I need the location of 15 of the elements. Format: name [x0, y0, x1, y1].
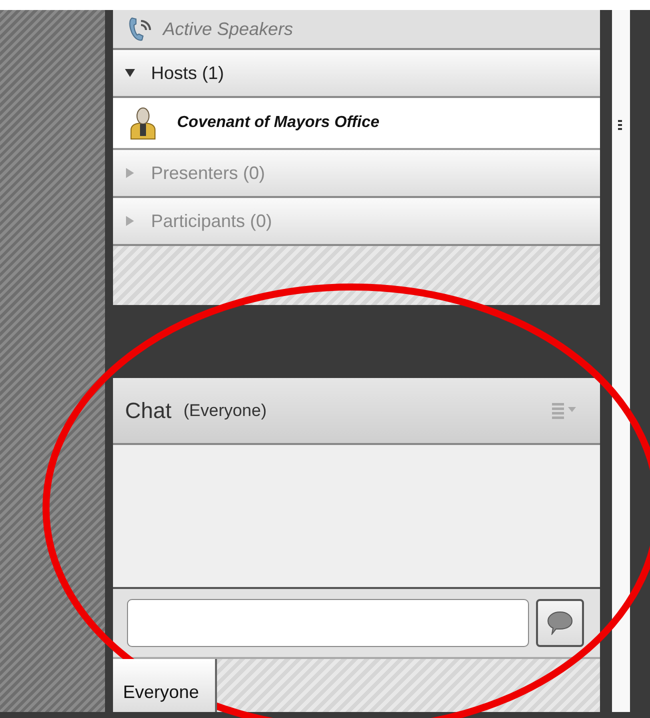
chat-title: Chat	[125, 398, 172, 424]
disclosure-triangle-icon	[125, 68, 135, 78]
group-header[interactable]: Hosts (1)	[113, 50, 600, 98]
chat-audience-label: (Everyone)	[183, 400, 267, 420]
phone-icon	[127, 16, 151, 42]
attendee-row[interactable]: Covenant of Mayors Office	[113, 98, 600, 150]
send-button[interactable]	[536, 599, 584, 647]
message-input-field[interactable]	[127, 599, 529, 647]
grip-handle-icon[interactable]	[618, 120, 622, 130]
active-speakers-label: Active Speakers	[163, 18, 294, 40]
chat-tab[interactable]: Everyone	[113, 659, 217, 712]
speech-bubble-icon	[547, 611, 573, 635]
person-icon	[129, 106, 157, 140]
disclosure-triangle-icon	[125, 216, 135, 226]
disclosure-triangle-icon	[125, 168, 135, 178]
